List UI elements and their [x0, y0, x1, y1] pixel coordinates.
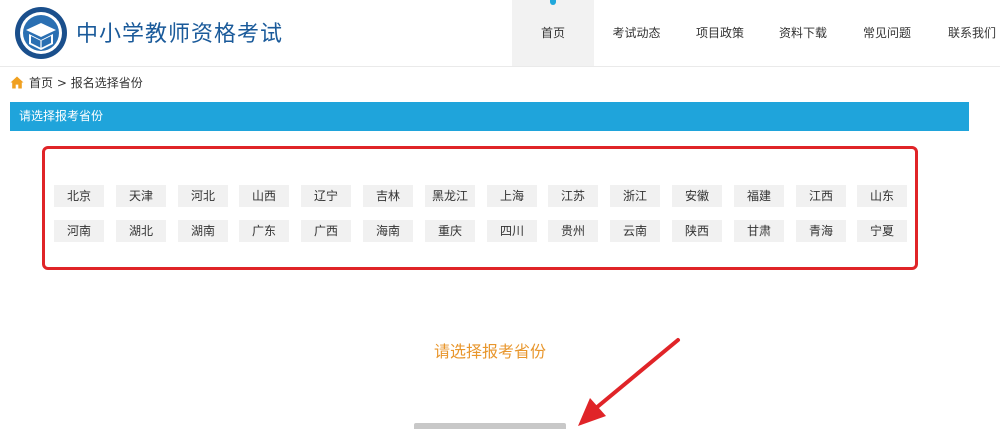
province-button[interactable]: 山西 — [239, 185, 289, 207]
site-header: 中小学教师资格考试 首页 考试动态 项目政策 资料下载 常见问题 联系我们 — [0, 0, 1000, 67]
province-button[interactable]: 河南 — [54, 220, 104, 242]
province-button[interactable]: 贵州 — [548, 220, 598, 242]
province-button[interactable]: 广西 — [301, 220, 351, 242]
site-title: 中小学教师资格考试 — [76, 22, 284, 47]
logo-icon[interactable] — [14, 6, 68, 60]
province-button[interactable]: 陕西 — [672, 220, 722, 242]
province-button[interactable]: 青海 — [796, 220, 846, 242]
province-button[interactable]: 北京 — [54, 185, 104, 207]
province-button[interactable]: 海南 — [363, 220, 413, 242]
breadcrumb-current: 报名选择省份 — [70, 76, 143, 90]
province-button[interactable]: 安徽 — [672, 185, 722, 207]
province-button[interactable]: 福建 — [734, 185, 784, 207]
province-button[interactable]: 四川 — [487, 220, 537, 242]
nav-item-faq[interactable]: 常见问题 — [845, 0, 929, 66]
breadcrumb-home[interactable]: 首页 — [29, 76, 53, 90]
confirm-button[interactable] — [414, 423, 566, 429]
annotation-highlight-box — [42, 146, 918, 270]
province-button[interactable]: 湖北 — [116, 220, 166, 242]
province-button[interactable]: 辽宁 — [301, 185, 351, 207]
province-button[interactable]: 宁夏 — [857, 220, 907, 242]
province-button[interactable]: 浙江 — [610, 185, 660, 207]
province-button[interactable]: 甘肃 — [734, 220, 784, 242]
nav-item-downloads[interactable]: 资料下载 — [761, 0, 845, 66]
province-button[interactable]: 湖南 — [178, 220, 228, 242]
prompt-text: 请选择报考省份 — [433, 342, 546, 361]
nav-item-policy[interactable]: 项目政策 — [679, 0, 761, 66]
province-button[interactable]: 黑龙江 — [425, 185, 475, 207]
arrow-icon — [578, 338, 680, 426]
province-button[interactable]: 河北 — [178, 185, 228, 207]
province-button[interactable]: 重庆 — [425, 220, 475, 242]
breadcrumb-separator: > — [56, 76, 67, 90]
nav-item-home[interactable]: 首页 — [512, 0, 594, 66]
province-button[interactable]: 吉林 — [363, 185, 413, 207]
province-button[interactable]: 天津 — [116, 185, 166, 207]
section-title-bar: 请选择报考省份 — [10, 102, 969, 131]
province-button[interactable]: 云南 — [610, 220, 660, 242]
nav-item-exam-news[interactable]: 考试动态 — [594, 0, 679, 66]
province-button[interactable]: 上海 — [487, 185, 537, 207]
main-nav: 首页 考试动态 项目政策 资料下载 常见问题 联系我们 — [512, 0, 1000, 66]
nav-item-contact[interactable]: 联系我们 — [932, 0, 1000, 66]
province-button[interactable]: 江西 — [796, 185, 846, 207]
breadcrumb: 首页 > 报名选择省份 — [10, 74, 143, 92]
province-button[interactable]: 广东 — [239, 220, 289, 242]
province-button[interactable]: 山东 — [857, 185, 907, 207]
home-icon[interactable] — [10, 76, 24, 89]
province-button[interactable]: 江苏 — [548, 185, 598, 207]
